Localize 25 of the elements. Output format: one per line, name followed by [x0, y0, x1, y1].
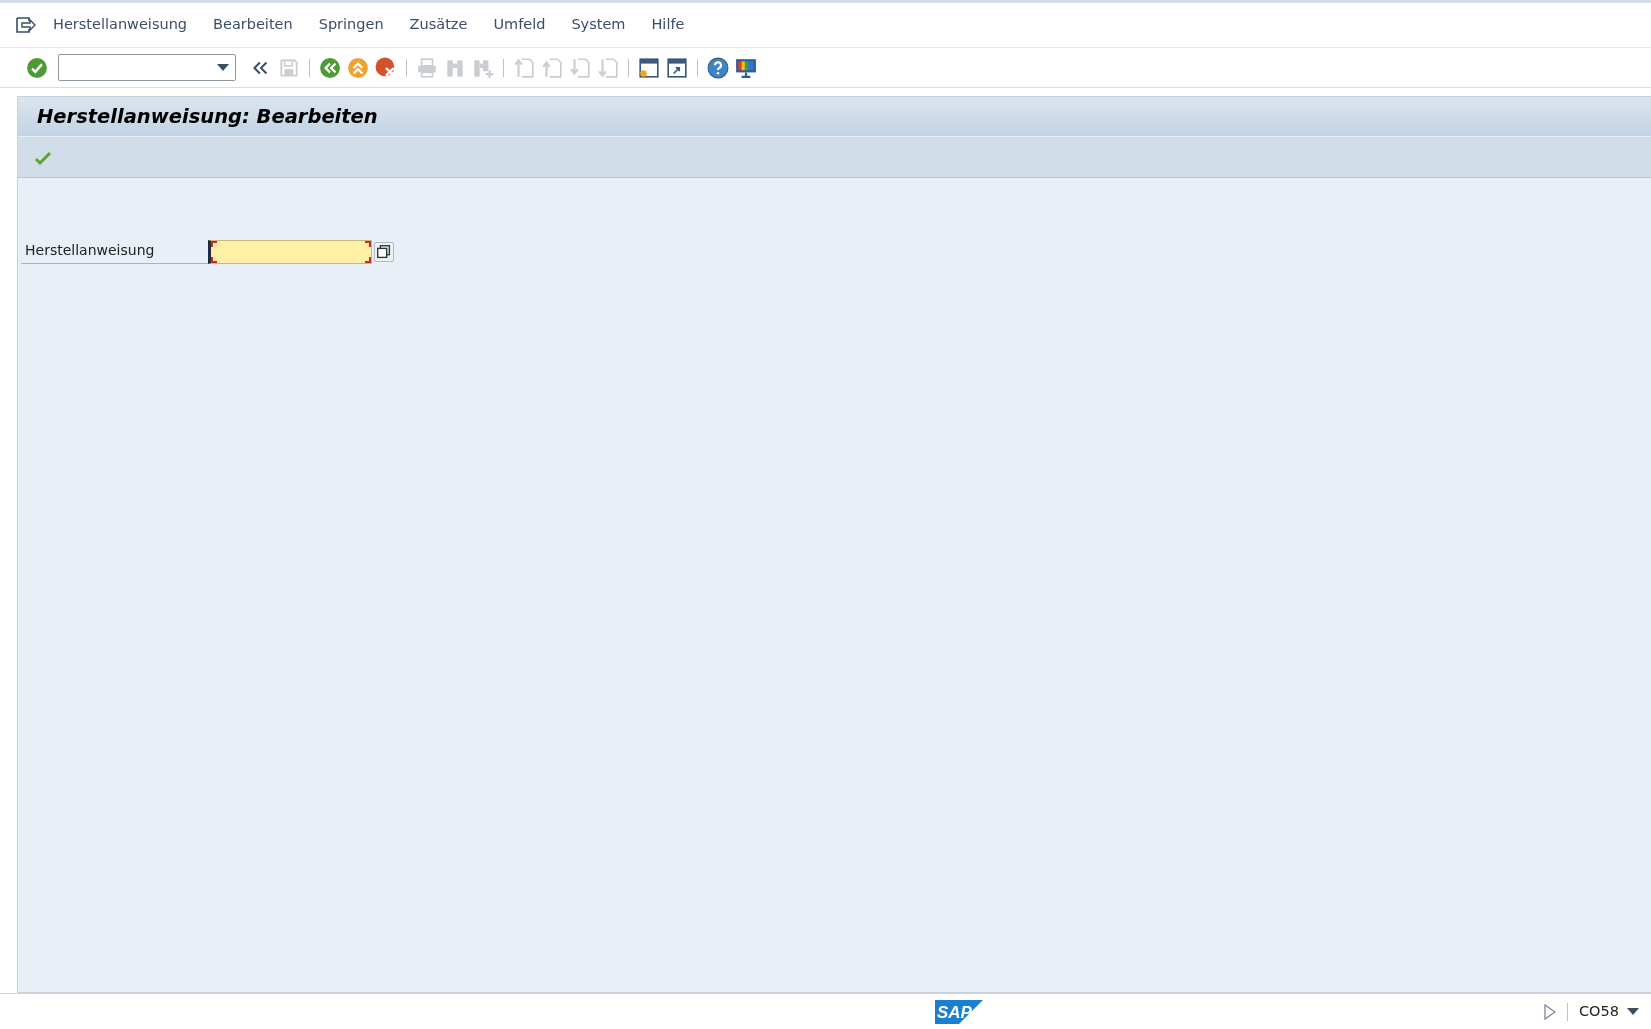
menu-item[interactable]: Herstellanweisung: [40, 14, 201, 36]
menu-item[interactable]: System: [558, 14, 639, 36]
back-icon[interactable]: [319, 56, 341, 79]
menu-item[interactable]: Springen: [305, 14, 397, 36]
menu-item[interactable]: Bearbeiten: [200, 14, 306, 36]
value-help-icon[interactable]: [374, 242, 394, 262]
input-field[interactable]: [208, 240, 372, 264]
expand-triangle-icon[interactable]: [1544, 1003, 1556, 1020]
enter-icon[interactable]: [26, 56, 48, 79]
new-window-icon[interactable]: [638, 56, 660, 79]
dropdown-caret-icon[interactable]: [1627, 1007, 1639, 1016]
monitor-icon[interactable]: [735, 56, 757, 79]
help-icon[interactable]: [707, 56, 729, 79]
menu-item[interactable]: Zusätze: [396, 14, 481, 36]
menu-icon[interactable]: [16, 17, 36, 33]
exit-icon[interactable]: [347, 56, 369, 79]
sap-logo: SAP: [935, 1000, 983, 1024]
menu-item[interactable]: Hilfe: [638, 14, 698, 36]
transaction-code: CO58: [1579, 1001, 1619, 1021]
screen-title: Herstellanweisung: Bearbeiten: [18, 97, 1651, 136]
cancel-icon[interactable]: [375, 56, 397, 79]
shortcut-window-icon[interactable]: [666, 56, 688, 79]
menu-item[interactable]: Umfeld: [480, 14, 559, 36]
command-field[interactable]: [58, 54, 236, 81]
dropdown-caret-icon[interactable]: [217, 63, 229, 72]
